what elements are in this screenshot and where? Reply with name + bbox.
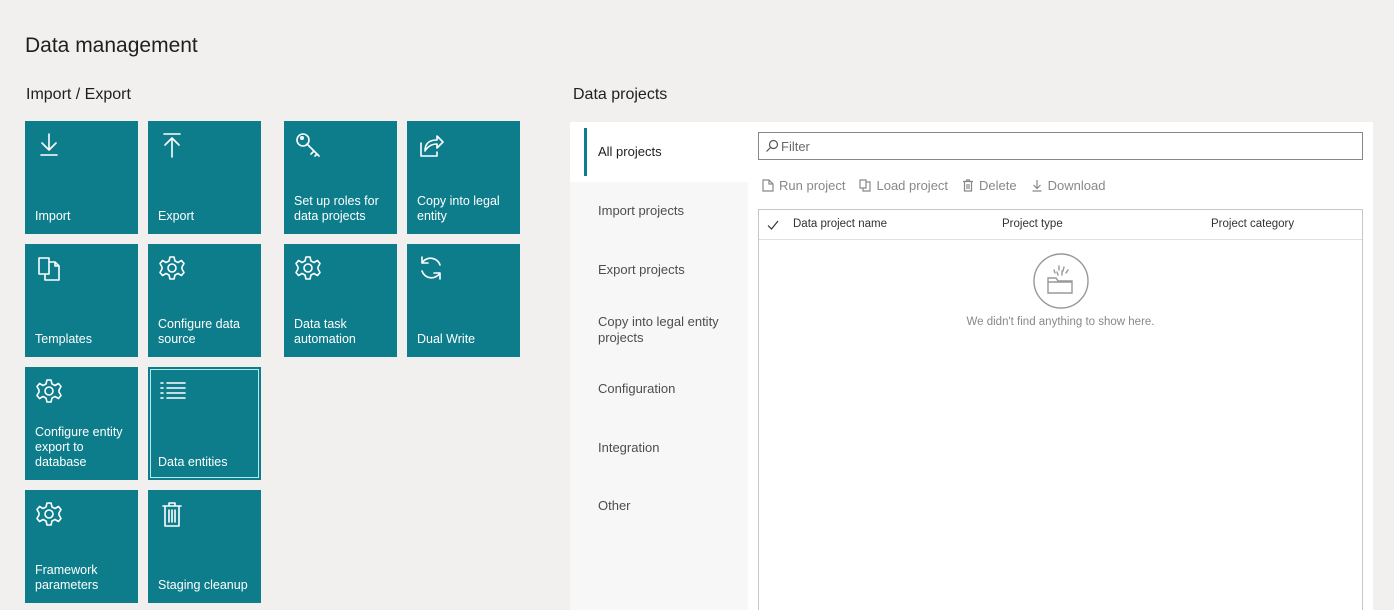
copy-into-legal-entity-tile[interactable]: Copy into legal entity	[407, 121, 520, 234]
tile-label: Copy into legal entity	[417, 194, 500, 223]
tile-label: Templates	[35, 332, 92, 346]
delete-button[interactable]: Delete	[962, 176, 1017, 194]
export-tile[interactable]: Export	[148, 121, 261, 234]
data-projects-section-title: Data projects	[573, 86, 668, 103]
nav-all-projects[interactable]: All projects	[570, 122, 748, 182]
nav-label: Export projects	[598, 262, 685, 277]
gear-icon	[35, 500, 63, 528]
nav-label: Configuration	[598, 381, 676, 396]
dual-write-tile[interactable]: Dual Write	[407, 244, 520, 357]
staging-cleanup-tile[interactable]: Staging cleanup	[148, 490, 261, 603]
trash-icon	[158, 500, 186, 528]
data-entities-tile[interactable]: Data entities	[148, 367, 261, 480]
framework-parameters-tile[interactable]: Framework parameters	[25, 490, 138, 603]
nav-import-projects[interactable]: Import projects	[570, 203, 748, 219]
select-all-checkmark-icon[interactable]	[767, 219, 779, 231]
active-indicator	[584, 128, 587, 176]
filter-box[interactable]	[758, 132, 1363, 160]
button-label: Run project	[779, 177, 846, 193]
nav-label: Other	[598, 498, 631, 513]
import-tile[interactable]: Import	[25, 121, 138, 234]
bulleted-list-icon	[158, 377, 186, 405]
key-icon	[294, 131, 322, 159]
nav-label: Import projects	[598, 203, 684, 218]
button-label: Download	[1047, 177, 1106, 193]
column-header-project-category[interactable]: Project category	[1211, 218, 1294, 230]
project-toolbar: Run project Load project Delete Download	[762, 176, 1105, 194]
download-arrow-icon	[35, 131, 63, 159]
tile-label: Set up roles for data projects	[294, 194, 379, 223]
nav-integration[interactable]: Integration	[570, 440, 748, 456]
tile-label: Data task automation	[294, 317, 356, 346]
run-project-button[interactable]: Run project	[762, 176, 845, 194]
gear-icon	[158, 254, 186, 282]
tile-label: Staging cleanup	[158, 578, 248, 592]
load-project-button[interactable]: Load project	[859, 176, 948, 194]
nav-copy-into-legal-entity-projects[interactable]: Copy into legal entity projects	[570, 314, 740, 346]
nav-other[interactable]: Other	[570, 498, 748, 514]
empty-folder-icon	[1033, 253, 1089, 309]
set-up-roles-tile[interactable]: Set up roles for data projects	[284, 121, 397, 234]
projects-grid: Data project name Project type Project c…	[758, 209, 1363, 610]
nav-label: Copy into legal entity projects	[598, 314, 719, 345]
filter-input[interactable]	[781, 135, 1351, 157]
page-title: Data management	[25, 34, 198, 57]
nav-label: Integration	[598, 440, 660, 455]
document-icon	[762, 178, 774, 192]
tile-label: Framework parameters	[35, 563, 99, 592]
copy-icon	[859, 178, 872, 192]
column-header-project-name[interactable]: Data project name	[793, 218, 887, 230]
download-button[interactable]: Download	[1031, 176, 1106, 194]
gear-icon	[35, 377, 63, 405]
data-task-automation-tile[interactable]: Data task automation	[284, 244, 397, 357]
configure-entity-export-tile[interactable]: Configure entity export to database	[25, 367, 138, 480]
project-category-nav: All projects Import projects Export proj…	[570, 122, 748, 610]
nav-export-projects[interactable]: Export projects	[570, 262, 748, 278]
download-icon	[1032, 179, 1042, 192]
tile-label: Import	[35, 209, 71, 223]
empty-state-message: We didn't find anything to show here.	[966, 316, 1155, 328]
trash-icon	[963, 178, 974, 192]
tile-label: Dual Write	[417, 332, 476, 346]
tile-label: Configure data source	[158, 317, 241, 346]
tile-label: Data entities	[158, 455, 228, 469]
templates-tile[interactable]: Templates	[25, 244, 138, 357]
share-icon	[417, 131, 445, 159]
import-export-section-title: Import / Export	[26, 86, 131, 103]
data-projects-panel: All projects Import projects Export proj…	[570, 122, 1373, 610]
search-icon	[766, 139, 779, 152]
button-label: Delete	[979, 177, 1017, 193]
tile-label: Configure entity export to database	[35, 425, 123, 469]
grid-header: Data project name Project type Project c…	[759, 210, 1362, 240]
sync-icon	[417, 254, 445, 282]
upload-arrow-icon	[158, 131, 186, 159]
configure-data-source-tile[interactable]: Configure data source	[148, 244, 261, 357]
column-header-project-type[interactable]: Project type	[1002, 218, 1063, 230]
gear-icon	[294, 254, 322, 282]
copy-documents-icon	[35, 254, 63, 282]
tile-label: Export	[158, 209, 195, 223]
nav-configuration[interactable]: Configuration	[570, 381, 748, 397]
nav-label: All projects	[598, 144, 662, 159]
button-label: Load project	[876, 177, 949, 193]
